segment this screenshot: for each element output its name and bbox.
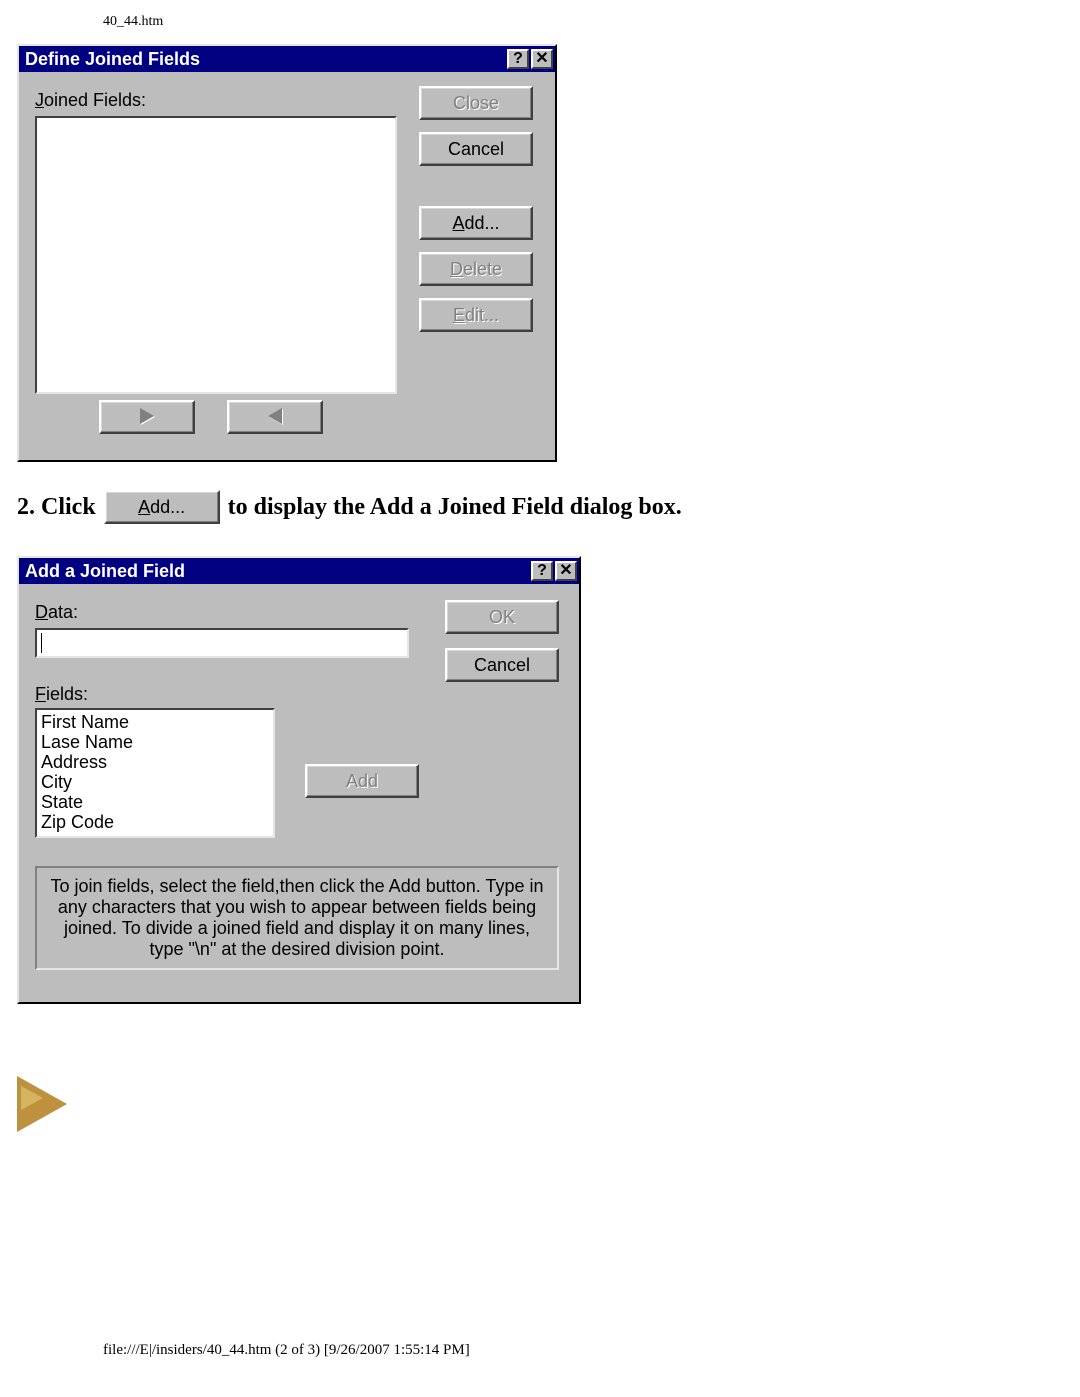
help-icon[interactable]: ? bbox=[531, 561, 553, 581]
joined-fields-label: Joined Fields: bbox=[35, 90, 146, 111]
dialog-title: Define Joined Fields bbox=[25, 49, 505, 70]
close-button: Close bbox=[419, 86, 533, 120]
close-icon[interactable]: ✕ bbox=[555, 561, 577, 581]
inline-add-button: Add... bbox=[104, 490, 220, 524]
move-down-button bbox=[99, 400, 195, 434]
ok-button: OK bbox=[445, 600, 559, 634]
dialog-title: Add a Joined Field bbox=[25, 561, 529, 582]
help-text: To join fields, select the field,then cl… bbox=[35, 866, 559, 970]
move-up-button bbox=[227, 400, 323, 434]
arrow-right-icon bbox=[140, 403, 154, 433]
data-input[interactable] bbox=[35, 628, 409, 658]
text-caret bbox=[41, 633, 42, 653]
fields-label: Fields: bbox=[35, 684, 88, 705]
add-joined-field-dialog: Add a Joined Field ? ✕ Data: Fields: Fir… bbox=[17, 556, 581, 1004]
list-item[interactable]: Address bbox=[41, 752, 269, 772]
fields-listbox[interactable]: First Name Lase Name Address City State … bbox=[35, 708, 275, 838]
list-item[interactable]: State bbox=[41, 792, 269, 812]
next-page-arrow-icon[interactable] bbox=[17, 1076, 77, 1136]
list-item[interactable]: Zip Code bbox=[41, 812, 269, 832]
instruction-step-2: 2. Click Add... to display the Add a Joi… bbox=[17, 490, 682, 524]
delete-button: Delete bbox=[419, 252, 533, 286]
list-item[interactable]: First Name bbox=[41, 712, 269, 732]
dialog-titlebar: Add a Joined Field ? ✕ bbox=[19, 558, 579, 584]
close-icon[interactable]: ✕ bbox=[531, 49, 553, 69]
add-button[interactable]: Add... bbox=[419, 206, 533, 240]
page-header: 40_44.htm bbox=[103, 14, 163, 30]
edit-button: Edit... bbox=[419, 298, 533, 332]
joined-fields-listbox[interactable] bbox=[35, 116, 397, 394]
define-joined-fields-dialog: Define Joined Fields ? ✕ Joined Fields: … bbox=[17, 44, 557, 462]
cancel-button[interactable]: Cancel bbox=[419, 132, 533, 166]
list-item[interactable]: Lase Name bbox=[41, 732, 269, 752]
arrow-left-icon bbox=[268, 403, 282, 433]
dialog-titlebar: Define Joined Fields ? ✕ bbox=[19, 46, 555, 72]
help-icon[interactable]: ? bbox=[507, 49, 529, 69]
add-field-button: Add bbox=[305, 764, 419, 798]
page-footer: file:///E|/insiders/40_44.htm (2 of 3) [… bbox=[103, 1342, 470, 1359]
cancel-button[interactable]: Cancel bbox=[445, 648, 559, 682]
list-item[interactable]: City bbox=[41, 772, 269, 792]
data-label: Data: bbox=[35, 602, 78, 623]
